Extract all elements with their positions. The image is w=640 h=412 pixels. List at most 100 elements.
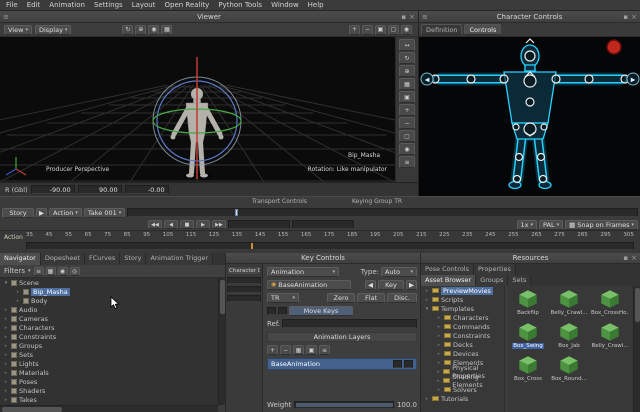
playhead[interactable] [235, 209, 238, 216]
folder-label[interactable]: Devices [453, 350, 479, 358]
viewport-tool-icon[interactable]: ↻ [399, 52, 415, 64]
folder-row[interactable]: Scripts [421, 295, 504, 304]
discontinuity-button[interactable]: Disc. [387, 293, 417, 303]
menu-item[interactable]: Settings [94, 1, 123, 10]
action-mode-dropdown[interactable]: Action ▾ [49, 208, 82, 218]
navigator-tab[interactable]: Story [120, 253, 146, 265]
resources-tab[interactable]: Asset Browser [421, 275, 476, 286]
tree-row[interactable]: Shaders [0, 386, 218, 395]
tree-row[interactable]: Constraints [0, 332, 218, 341]
menu-item[interactable]: Edit [27, 1, 41, 10]
frame-start-field[interactable] [228, 220, 290, 229]
menu-item[interactable]: Window [271, 1, 299, 10]
menu-item[interactable]: Animation [49, 1, 85, 10]
folder-label[interactable]: Characters [453, 314, 488, 322]
expander-icon[interactable] [436, 351, 442, 357]
layer-lock-toggle[interactable] [404, 360, 413, 368]
tree-row-label[interactable]: Shaders [19, 387, 45, 395]
key-option-box[interactable] [267, 307, 276, 315]
manipulator-mode-icon[interactable]: ▦ [161, 25, 172, 35]
folder-row[interactable]: Tutorials [421, 394, 504, 403]
prev-key-button[interactable]: ◀ [365, 280, 376, 290]
tree-row-label[interactable]: Takes [19, 396, 37, 404]
menu-item[interactable]: File [6, 1, 18, 10]
layer-tool-icon[interactable]: ≡ [319, 345, 330, 355]
view-dropdown[interactable]: View ▾ [4, 25, 32, 35]
tree-row[interactable]: Characters [0, 323, 218, 332]
rig-prev-button[interactable]: ◀ [421, 73, 433, 85]
manipulator-mode-icon[interactable]: ⊕ [135, 25, 146, 35]
resources-tab[interactable]: Pose Controls [421, 264, 474, 275]
panel-menu-icon[interactable]: ≡ [422, 11, 428, 23]
filter-tool-icon[interactable]: ▦ [46, 267, 56, 276]
panel-menu-icon[interactable]: ≡ [3, 11, 9, 23]
asset-item[interactable]: Box_Jab [550, 322, 588, 349]
expander-icon[interactable] [3, 379, 9, 385]
tree-row-label[interactable]: Sets [19, 351, 33, 359]
folder-label[interactable]: PreviewMovies [441, 287, 493, 295]
asset-item[interactable]: Box_Cross [509, 355, 547, 382]
coord-x-field[interactable]: -90.00 [31, 185, 75, 194]
expander-icon[interactable] [3, 361, 9, 367]
layer-tool-icon[interactable]: ▣ [306, 345, 317, 355]
next-key-button[interactable]: ▶ [406, 280, 417, 290]
character-slot[interactable] [227, 286, 261, 293]
chevron-down-icon[interactable]: ▾ [28, 268, 31, 274]
expander-icon[interactable] [3, 370, 9, 376]
coord-z-field[interactable]: -0.00 [125, 185, 169, 194]
close-icon[interactable]: × [631, 11, 637, 23]
folder-row[interactable]: PreviewMovies [421, 286, 504, 295]
play-mode-icon[interactable]: ▶ [36, 208, 47, 218]
asset-item[interactable]: Belly_Crawl... [550, 289, 588, 316]
menu-item[interactable]: Layout [132, 1, 156, 10]
flat-button[interactable]: Flat [357, 293, 385, 303]
resources-tab[interactable]: Properties [474, 264, 516, 275]
keying-source-dropdown[interactable]: ◉ BaseAnimation [267, 280, 351, 290]
folder-label[interactable]: Constraints [453, 332, 490, 340]
viewport-tool-icon[interactable]: ⊕ [399, 65, 415, 77]
tree-row[interactable]: Groups [0, 341, 218, 350]
expander-icon[interactable] [3, 280, 9, 286]
weight-slider[interactable] [294, 401, 394, 409]
tree-row-label[interactable]: Characters [19, 324, 54, 332]
navigator-vscrollbar[interactable] [218, 278, 225, 405]
expander-icon[interactable] [3, 307, 9, 313]
expander-icon[interactable] [3, 397, 9, 403]
transport-timeline[interactable] [127, 208, 638, 217]
folder-label[interactable]: Scripts [441, 296, 463, 304]
navigator-tab[interactable]: Animation Trigger [146, 253, 213, 265]
asset-item[interactable]: Backflip [509, 289, 547, 316]
menu-item[interactable]: Open Reality [164, 1, 209, 10]
character-slot[interactable] [227, 295, 261, 302]
viewport-canvas[interactable] [0, 37, 395, 182]
panel-dot-icon[interactable]: ▪ [401, 11, 406, 23]
folder-row[interactable]: Constraints [421, 331, 504, 340]
tree-row-label[interactable]: Body [31, 297, 47, 305]
character-rig-canvas[interactable]: ◀ ▶ [419, 37, 640, 196]
tree-row-label[interactable]: Audio [19, 306, 37, 314]
folder-label[interactable]: Tutorials [441, 395, 468, 403]
character-controls-tab[interactable]: Definition [421, 24, 462, 35]
folder-row[interactable]: Devices [421, 349, 504, 358]
folder-row[interactable]: Templates [421, 304, 504, 313]
expander-icon[interactable] [3, 388, 9, 394]
expander-icon[interactable] [424, 396, 430, 402]
close-icon[interactable]: × [631, 253, 637, 264]
tree-row[interactable]: Lights [0, 359, 218, 368]
layer-mute-toggle[interactable] [393, 360, 402, 368]
transport-button[interactable]: ▶ [196, 220, 210, 229]
view-option-icon[interactable]: + [349, 25, 360, 35]
viewport-tool-icon[interactable]: ↔ [399, 39, 415, 51]
key-button[interactable]: Key [378, 280, 404, 290]
expander-icon[interactable] [424, 306, 430, 312]
tree-row-label[interactable]: Lights [19, 360, 39, 368]
layer-tool-icon[interactable]: ▦ [293, 345, 304, 355]
tree-row-label[interactable]: Groups [19, 342, 42, 350]
layer-tool-icon[interactable]: + [267, 345, 278, 355]
viewport-tool-icon[interactable]: − [399, 117, 415, 129]
frame-rate-dropdown[interactable]: PAL ▾ [539, 220, 563, 230]
resources-tab[interactable]: Groups [476, 275, 508, 286]
menu-item[interactable]: Python Tools [218, 1, 262, 10]
keying-mode-dropdown[interactable]: TR ▾ [267, 293, 299, 303]
view-option-icon[interactable]: ▢ [388, 25, 399, 35]
